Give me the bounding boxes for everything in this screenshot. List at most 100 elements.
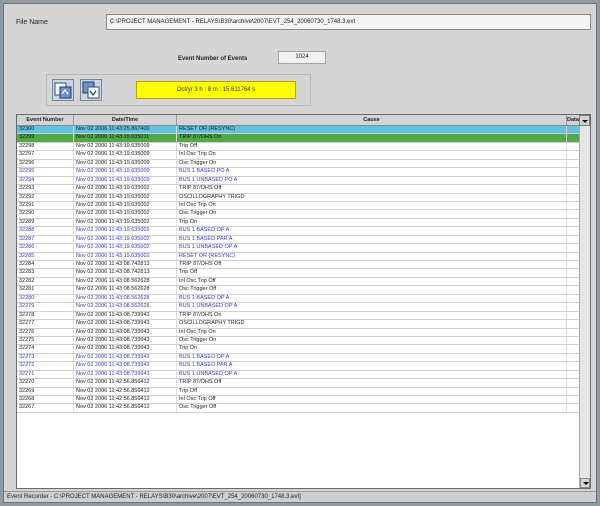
cause-cell: OSCILLOGRAPHY TRIGD <box>177 320 567 328</box>
table-row[interactable]: 32273 Nov 02 2006 11:43:08.739943 BUS 1 BA… <box>17 353 580 363</box>
event-number-cell: 32294 <box>17 176 74 185</box>
table-row[interactable]: 32290 Nov 02 2006 11:43:19.635002 Osc Trig… <box>17 210 580 219</box>
event-number-cell: 32275 <box>17 336 74 345</box>
event-recorder-window: File Name C:\PROJECT MANAGEMENT - RELAYS… <box>3 3 597 503</box>
event-number-cell: 32286 <box>17 244 74 252</box>
table-row[interactable]: 32293 Nov 02 2006 11:43:19.635002 TRIP 87/… <box>17 185 580 194</box>
table-row[interactable]: 32289 Nov 02 2006 11:43:19.635002 Trip On <box>17 218 580 228</box>
table-row[interactable]: 32270 Nov 02 2006 11:42:56.856412 TRIP 87/… <box>17 379 580 388</box>
table-row[interactable]: 32268 Nov 02 2006 11:42:56.856412 Inl Osc … <box>17 396 580 405</box>
save-file-icon <box>82 81 100 99</box>
table-row[interactable]: 32278 Nov 02 2006 11:43:08.739943 TRIP 87/… <box>17 311 580 321</box>
table-row[interactable]: 32283 Nov 02 2006 11:43:08.742813 Trip Off <box>17 269 580 278</box>
time-status-display: Oct/yr 3 h : 8 m : 15.611764 s <box>136 81 296 99</box>
table-row[interactable]: 32282 Nov 02 2006 11:43:08.562628 Inl Osc … <box>17 277 580 287</box>
cause-cell: BUS 1 BASED OP A <box>177 294 567 303</box>
table-row[interactable]: 32295 Nov 02 2006 11:43:19.635009 BUS 1 BA… <box>17 168 580 177</box>
table-row[interactable]: 32297 Nov 02 2006 11:43:19.635009 Inl Osc … <box>17 151 580 160</box>
open-file-icon <box>54 82 72 99</box>
table-row[interactable]: 32274 Nov 02 2006 11:43:08.739943 Trip On <box>17 345 580 354</box>
table-row[interactable]: 32272 Nov 02 2006 11:43:08.739943 BUS 1 BA… <box>17 362 580 371</box>
event-number-cell: 32280 <box>17 294 74 303</box>
table-row[interactable]: 32285 Nov 02 2006 11:43:19.635002 RESET OR… <box>17 252 580 261</box>
table-row[interactable]: 32267 Nov 02 2006 11:42:56.856412 Osc Trig… <box>17 404 580 413</box>
event-number-cell: 32267 <box>17 404 74 412</box>
table-row[interactable]: 32276 Nov 02 2006 11:43:08.739943 Inl Osc … <box>17 328 580 337</box>
table-row[interactable]: 32284 Nov 02 2006 11:43:08.742813 TRIP 87/… <box>17 261 580 270</box>
table-row[interactable]: 32299 Nov 02 2006 11:43:19.635011 TRIP 87/… <box>17 134 580 143</box>
event-number-cell: 32282 <box>17 277 74 286</box>
cause-cell: Inl Osc Trip Off <box>177 396 567 404</box>
scroll-down-arrow-icon[interactable] <box>580 478 590 488</box>
event-number-cell: 32274 <box>17 345 74 353</box>
event-number-cell: 32276 <box>17 328 74 336</box>
column-header-cause[interactable]: Cause <box>177 115 567 125</box>
event-number-cell: 32277 <box>17 320 74 328</box>
file-path-field[interactable]: C:\PROJECT MANAGEMENT - RELAYS\B30\archi… <box>106 14 591 30</box>
table-row[interactable]: 32298 Nov 02 2006 11:43:19.635009 Trip Off <box>17 142 580 152</box>
column-header-event-number[interactable]: Event Number <box>17 115 74 125</box>
grid-rows: 32300 Nov 02 2006 11:43:25.867400 RESET OR… <box>17 126 580 413</box>
table-row[interactable]: 32281 Nov 02 2006 11:43:08.562628 Osc Trig… <box>17 286 580 295</box>
date-time-cell: Nov 02 2006 11:43:08.562628 <box>74 294 177 303</box>
table-row[interactable]: 32287 Nov 02 2006 11:43:19.635002 BUS 1 BA… <box>17 235 580 245</box>
date-time-cell: Nov 02 2006 11:43:08.739943 <box>74 362 177 370</box>
cause-cell: RESET OR (RESYNC) <box>177 126 567 134</box>
cause-cell: TRIP 87/OHS On <box>177 134 567 142</box>
column-header-date-time[interactable]: Date/Time <box>74 115 177 125</box>
date-time-cell: Nov 02 2006 11:43:19.635002 <box>74 210 177 218</box>
event-number-cell: 32295 <box>17 168 74 176</box>
date-time-cell: Nov 02 2006 11:43:19.635002 <box>74 244 177 252</box>
table-row[interactable]: 32296 Nov 02 2006 11:43:19.635009 Osc Trig… <box>17 159 580 169</box>
event-number-cell: 32284 <box>17 261 74 269</box>
event-number-cell: 32272 <box>17 362 74 370</box>
date-time-cell: Nov 02 2006 11:43:08.739943 <box>74 320 177 328</box>
cause-cell: OSCILLOGRAPHY TRIGD <box>177 193 567 201</box>
status-bar: Event Recorder - C:\PROJECT MANAGEMENT -… <box>4 491 596 502</box>
toolbar: Oct/yr 3 h : 8 m : 15.611764 s <box>46 74 311 106</box>
date-time-cell: Nov 02 2006 11:43:19.635009 <box>74 142 177 151</box>
event-number-cell: 32273 <box>17 353 74 362</box>
event-number-cell: 32285 <box>17 252 74 260</box>
date-time-cell: Nov 02 2006 11:43:08.562628 <box>74 286 177 294</box>
table-row[interactable]: 32277 Nov 02 2006 11:43:08.739943 OSCILLOG… <box>17 320 580 329</box>
cause-cell: Osc Trigger Off <box>177 286 567 294</box>
column-menu-dropdown[interactable] <box>579 115 590 126</box>
event-number-cell: 32268 <box>17 396 74 404</box>
table-row[interactable]: 32292 Nov 02 2006 11:43:19.635002 OSCILLOG… <box>17 193 580 202</box>
table-row[interactable]: 32291 Nov 02 2006 11:43:19.635002 Inl Osc … <box>17 201 580 211</box>
date-time-cell: Nov 02 2006 11:43:19.635009 <box>74 159 177 168</box>
table-row[interactable]: 32294 Nov 02 2006 11:43:19.635009 BUS 1 UN… <box>17 176 580 186</box>
table-row[interactable]: 32280 Nov 02 2006 11:43:08.562628 BUS 1 BA… <box>17 294 580 304</box>
table-row[interactable]: 32271 Nov 02 2006 11:43:08.739943 BUS 1 UN… <box>17 370 580 380</box>
event-number-cell: 32292 <box>17 193 74 201</box>
cause-cell: Trip On <box>177 218 567 227</box>
event-number-cell: 32288 <box>17 227 74 235</box>
event-number-cell: 32281 <box>17 286 74 294</box>
save-file-button[interactable] <box>80 79 102 101</box>
cause-cell: Trip On <box>177 345 567 353</box>
table-row[interactable]: 32300 Nov 02 2006 11:43:25.867400 RESET OR… <box>17 126 580 135</box>
cause-cell: BUS 1 UNBASED OP A <box>177 303 567 311</box>
table-row[interactable]: 32279 Nov 02 2006 11:43:08.562628 BUS 1 UN… <box>17 303 580 312</box>
date-time-cell: Nov 02 2006 11:42:56.856412 <box>74 379 177 387</box>
table-row[interactable]: 32275 Nov 02 2006 11:43:08.739943 Osc Trig… <box>17 336 580 346</box>
date-time-cell: Nov 02 2006 11:43:19.635002 <box>74 235 177 244</box>
date-time-cell: Nov 02 2006 11:43:08.739943 <box>74 311 177 320</box>
cause-cell: Inl Osc Trip On <box>177 201 567 210</box>
date-time-cell: Nov 02 2006 11:43:19.635002 <box>74 252 177 260</box>
vertical-scrollbar[interactable] <box>579 126 590 488</box>
table-row[interactable]: 32286 Nov 02 2006 11:43:19.635002 BUS 1 UN… <box>17 244 580 253</box>
cause-cell: Trip Off <box>177 387 567 395</box>
date-time-cell: Nov 02 2006 11:43:19.635002 <box>74 218 177 227</box>
event-number-cell: 32291 <box>17 201 74 210</box>
table-row[interactable]: 32288 Nov 02 2006 11:43:19.635002 BUS 1 BA… <box>17 227 580 236</box>
cause-cell: RESET OR (RESYNC) <box>177 252 567 260</box>
cause-cell: Trip Off <box>177 269 567 277</box>
open-file-button[interactable] <box>52 79 74 101</box>
table-row[interactable]: 32269 Nov 02 2006 11:42:56.856412 Trip Off <box>17 387 580 396</box>
event-number-cell: 32279 <box>17 303 74 311</box>
events-count-label: Event Number of Events <box>178 56 248 62</box>
cause-cell: BUS 1 BASED OP A <box>177 353 567 362</box>
event-number-cell: 32293 <box>17 185 74 193</box>
